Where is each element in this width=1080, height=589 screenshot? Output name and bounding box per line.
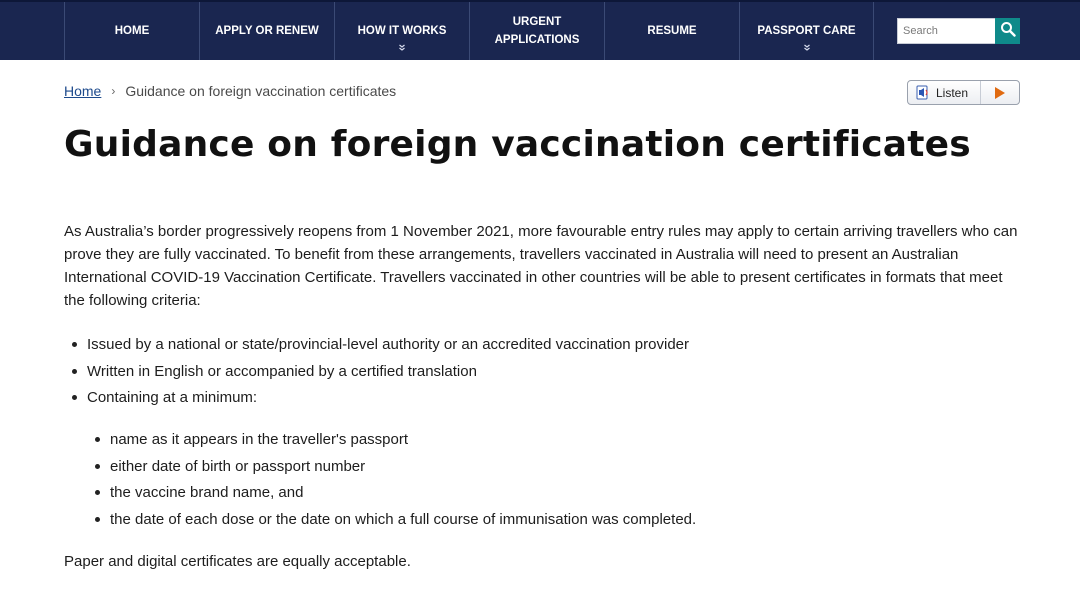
listen-button[interactable]: Listen: [907, 80, 1020, 105]
list-item: Written in English or accompanied by a c…: [72, 360, 689, 387]
nav-passport-care[interactable]: PASSPORT CARE: [739, 2, 874, 60]
nav-home[interactable]: HOME: [64, 2, 199, 60]
breadcrumb-home-link[interactable]: Home: [64, 83, 101, 99]
listen-label: Listen: [936, 85, 969, 100]
list-item: Issued by a national or state/provincial…: [72, 333, 689, 360]
breadcrumb: Home › Guidance on foreign vaccination c…: [64, 83, 396, 99]
search-input[interactable]: [897, 18, 995, 44]
main-content: As Australia’s border progressively reop…: [64, 220, 1024, 570]
list-item: either date of birth or passport number: [95, 455, 696, 482]
nav-urgent-applications[interactable]: URGENT APPLICATIONS: [469, 2, 604, 60]
search-button[interactable]: [995, 18, 1020, 44]
minimum-requirements-list: name as it appears in the traveller's pa…: [95, 428, 696, 535]
nav-urgent-label: URGENT APPLICATIONS: [494, 16, 580, 46]
speaker-icon: [916, 85, 931, 100]
double-chevron-down-icon: [399, 44, 406, 53]
play-icon: [980, 81, 1019, 104]
nav-apply-or-renew[interactable]: APPLY OR RENEW: [199, 2, 334, 60]
closing-paragraph: Paper and digital certificates are equal…: [64, 553, 411, 570]
main-nav: HOME APPLY OR RENEW HOW IT WORKS URGENT …: [64, 2, 874, 60]
breadcrumb-separator: ›: [111, 84, 116, 98]
nav-home-label: HOME: [114, 25, 150, 37]
nav-how-it-works-label: HOW IT WORKS: [357, 25, 447, 37]
criteria-list: Issued by a national or state/provincial…: [72, 333, 689, 413]
list-item: the vaccine brand name, and: [95, 481, 696, 508]
page-title: Guidance on foreign vaccination certific…: [64, 124, 971, 165]
search-icon: [1000, 21, 1016, 42]
double-chevron-down-icon: [803, 44, 810, 53]
top-navigation-bar: HOME APPLY OR RENEW HOW IT WORKS URGENT …: [0, 0, 1080, 60]
list-item: Containing at a minimum:: [72, 386, 689, 413]
nav-apply-label: APPLY OR RENEW: [215, 25, 319, 37]
nav-resume-label: RESUME: [647, 25, 697, 37]
intro-paragraph: As Australia’s border progressively reop…: [64, 223, 1018, 309]
nav-passport-care-label: PASSPORT CARE: [757, 25, 856, 37]
list-item: the date of each dose or the date on whi…: [95, 508, 696, 535]
nav-resume[interactable]: RESUME: [604, 2, 739, 60]
breadcrumb-current: Guidance on foreign vaccination certific…: [125, 83, 397, 99]
nav-how-it-works[interactable]: HOW IT WORKS: [334, 2, 469, 60]
search-box: [897, 18, 1020, 44]
list-item: name as it appears in the traveller's pa…: [95, 428, 696, 455]
